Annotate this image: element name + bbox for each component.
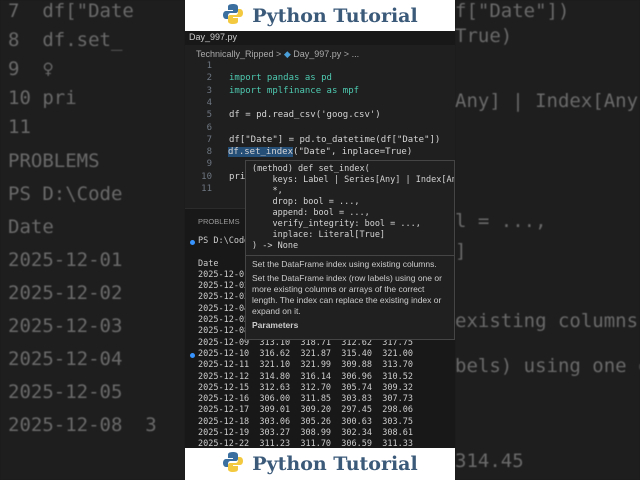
background-text: 11: [8, 116, 31, 138]
line-number: 5: [206, 110, 212, 121]
signature-line: (method) def set_index(: [252, 164, 370, 174]
tab-day-997[interactable]: Day_997.py: [189, 32, 237, 42]
doc-description: Set the DataFrame index (row labels) usi…: [252, 273, 442, 316]
banner-title: Python Tutorial: [252, 453, 418, 475]
output-row: 2025-12-17 309.01 309.20 297.45 298.06: [198, 405, 413, 416]
line-number: 3: [206, 85, 212, 96]
background-text: Date: [8, 216, 54, 238]
tab-bar: Day_997.py: [185, 31, 455, 45]
signature-line: append: bool = ...,: [252, 208, 370, 218]
background-text: f["Date"]): [455, 0, 570, 22]
doc-summary: Set the DataFrame index using existing c…: [252, 259, 437, 269]
line-number: 9: [206, 159, 212, 170]
method-signature: (method) def set_index( keys: Label | Se…: [246, 161, 454, 256]
output-row: 2025-12-19 303.27 308.99 302.34 308.61: [198, 428, 413, 439]
background-text: ]: [455, 240, 467, 262]
line-number: 10: [201, 171, 212, 182]
background-text: l = ...,: [455, 210, 547, 232]
output-row: 2025-12-18 303.06 305.26 300.63 303.75: [198, 416, 413, 427]
background-text: True): [455, 25, 513, 47]
line-number: 11: [201, 184, 212, 194]
line-number: 8: [206, 147, 212, 158]
terminal-dot-icon: [190, 240, 195, 245]
background-text: 8 df.set_: [8, 29, 123, 51]
breadcrumb: Technically_Ripped > ◆ Day_997.py > ...: [196, 49, 360, 59]
signature-line: verify_integrity: bool = ...,: [252, 219, 421, 229]
python-logo-icon: [222, 451, 244, 477]
terminal-dot-icon: [190, 353, 195, 358]
python-logo-icon: [222, 3, 244, 29]
background-text: 314.45: [455, 450, 524, 472]
output-row: 2025-12-16 306.00 311.85 303.83 307.73: [198, 394, 413, 405]
signature-line: *,: [252, 186, 283, 196]
signature-line: inplace: Literal[True]: [252, 230, 386, 240]
line-number: 2: [206, 73, 212, 84]
background-text: 2025-12-01: [8, 249, 123, 271]
signature-line: keys: Label | Series[Any] | Index[Any]: [252, 175, 455, 185]
output-row: 2025-12-15 312.63 312.70 305.74 309.32: [198, 382, 413, 393]
background-text: 2025-12-08 3: [8, 414, 157, 436]
background-right: f["Date"]) True) Any] | Index[Any l = ...,]…: [455, 0, 640, 480]
code-line[interactable]: df.set_index("Date", inplace=True): [228, 147, 412, 158]
background-left: 7 df["Date 8 df.set_ 9 ♀ 10 pri 11 PROBLEMS PS…: [0, 0, 185, 480]
line-number: 6: [206, 122, 212, 133]
method-doc: Set the DataFrame index using existing c…: [246, 256, 454, 337]
python-file-icon: ◆: [283, 49, 291, 59]
doc-parameters: Parameters: [252, 320, 299, 330]
background-text: 10 pri: [8, 87, 77, 109]
hover-tooltip: (method) def set_index( keys: Label | Se…: [245, 160, 455, 340]
background-text: PS D:\Code: [8, 183, 123, 205]
banner-title: Python Tutorial: [252, 4, 418, 27]
background-text: Any] | Index[Any: [455, 90, 639, 112]
background-text: 2025-12-02: [8, 282, 123, 304]
output-row: 2025-12-11 321.10 321.99 309.88 313.70: [198, 360, 413, 371]
breadcrumb-folder[interactable]: Technically_Ripped: [196, 49, 274, 59]
code-line[interactable]: pri: [229, 172, 245, 182]
code-line[interactable]: import pandas as pd: [229, 73, 332, 83]
background-text: bels) using one or more: [455, 355, 640, 377]
output-row: 2025-12-10 316.62 321.87 315.40 321.00: [198, 348, 413, 359]
background-text: 7 df["Date: [8, 0, 134, 22]
line-number: 4: [206, 97, 212, 108]
background-text: existing columns.: [455, 310, 640, 332]
problems-tab[interactable]: PROBLEMS: [198, 217, 240, 226]
line-number: 1: [206, 61, 212, 71]
background-text: 2025-12-05: [8, 381, 123, 403]
output-row: 2025-12-12 314.80 316.14 306.96 310.52: [198, 371, 413, 382]
breadcrumb-file[interactable]: Day_997.py: [293, 49, 341, 59]
code-line[interactable]: import mplfinance as mpf: [229, 86, 359, 96]
top-banner: Python Tutorial: [185, 0, 455, 31]
code-line[interactable]: df = pd.read_csv('goog.csv'): [229, 110, 381, 120]
signature-line: drop: bool = ...,: [252, 197, 360, 207]
line-number: 7: [206, 134, 212, 145]
background-text: 2025-12-04: [8, 348, 123, 370]
breadcrumb-more[interactable]: ...: [352, 49, 360, 59]
background-text: PROBLEMS: [8, 150, 100, 172]
bottom-banner: Python Tutorial: [185, 448, 455, 480]
background-text: 9 ♀: [8, 58, 54, 80]
signature-line: ) -> None: [252, 241, 299, 251]
code-line[interactable]: df["Date"] = pd.to_datetime(df["Date"]): [229, 135, 440, 145]
background-text: 2025-12-03: [8, 315, 123, 337]
